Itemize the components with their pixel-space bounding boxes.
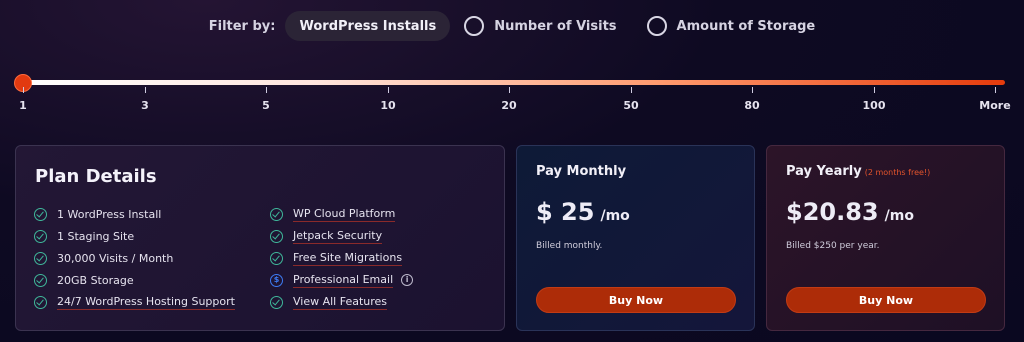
check-circle-icon <box>270 251 283 265</box>
feature-label: 1 Staging Site <box>57 229 135 243</box>
check-circle-icon <box>34 229 47 243</box>
feature-link-professional-email[interactable]: Professional Email <box>293 273 394 288</box>
filter-option-number-of-visits[interactable]: Number of Visits <box>464 16 617 36</box>
feature-list-left: 1 WordPress Install 1 Staging Site 30,00… <box>34 203 235 313</box>
feature-item: 24/7 WordPress Hosting Support <box>34 291 235 313</box>
feature-item: Jetpack Security <box>270 225 413 247</box>
price-unit: /mo <box>884 208 914 224</box>
filter-option-label: Amount of Storage <box>676 18 816 34</box>
feature-label: 20GB Storage <box>57 273 134 287</box>
slider-tick <box>23 87 24 93</box>
info-icon[interactable]: i <box>401 274 414 286</box>
price-amount: $ 25 <box>536 198 595 226</box>
pay-monthly-card: Pay Monthly $ 25 /mo Billed monthly. Buy… <box>516 145 755 331</box>
billing-note: Billed $250 per year. <box>786 241 880 251</box>
check-circle-icon <box>270 295 283 309</box>
check-circle-icon <box>34 251 47 265</box>
buy-now-monthly-button[interactable]: Buy Now <box>536 287 736 313</box>
slider-tick-label[interactable]: 80 <box>744 99 759 112</box>
slider-tick-label[interactable]: 1 <box>19 99 27 112</box>
monthly-price: $ 25 /mo <box>536 198 630 226</box>
slider-tick <box>509 87 510 93</box>
filter-bar: Filter by: WordPress Installs Number of … <box>0 11 1024 41</box>
feature-item: 20GB Storage <box>34 269 235 291</box>
feature-item: Free Site Migrations <box>270 247 413 269</box>
slider-tick-label[interactable]: 5 <box>262 99 270 112</box>
feature-list-right: WP Cloud Platform Jetpack Security Free … <box>270 203 414 313</box>
pay-monthly-title: Pay Monthly <box>536 164 626 179</box>
feature-item: View All Features <box>270 291 413 313</box>
billing-note: Billed monthly. <box>536 241 603 251</box>
slider-tick-label[interactable]: 10 <box>380 99 395 112</box>
yearly-price: $20.83 /mo <box>786 198 914 226</box>
slider-tick <box>388 87 389 93</box>
check-circle-icon <box>34 273 47 287</box>
filter-option-label: WordPress Installs <box>299 18 437 34</box>
radio-icon <box>646 16 667 36</box>
slider-tick-label[interactable]: More <box>979 99 1010 112</box>
feature-item: 1 WordPress Install <box>34 203 235 225</box>
feature-link-jetpack-security[interactable]: Jetpack Security <box>293 229 383 244</box>
check-circle-icon <box>34 295 47 309</box>
slider-tick-label[interactable]: 3 <box>141 99 149 112</box>
pay-title-text: Pay Yearly <box>786 164 862 179</box>
check-circle-icon <box>34 207 47 221</box>
pay-title-text: Pay Monthly <box>536 164 627 179</box>
price-unit: /mo <box>600 208 630 224</box>
buy-now-yearly-button[interactable]: Buy Now <box>786 287 986 313</box>
slider-tick-label[interactable]: 20 <box>501 99 516 112</box>
feature-link-free-site-migrations[interactable]: Free Site Migrations <box>293 251 403 266</box>
feature-item: 1 Staging Site <box>34 225 235 247</box>
check-circle-icon <box>270 229 283 243</box>
discount-note: (2 months free!) <box>864 168 931 177</box>
feature-item: 30,000 Visits / Month <box>34 247 235 269</box>
pay-yearly-title: Pay Yearly (2 months free!) <box>786 164 930 179</box>
slider-tick <box>995 87 996 93</box>
slider-tick <box>266 87 267 93</box>
installs-slider[interactable]: 1 3 5 10 20 50 80 100 More <box>0 70 1024 120</box>
filter-option-amount-of-storage[interactable]: Amount of Storage <box>646 16 816 36</box>
filter-option-wordpress-installs[interactable]: WordPress Installs <box>285 11 451 41</box>
slider-tick <box>752 87 753 93</box>
dollar-circle-icon: $ <box>270 273 283 287</box>
slider-tick-label[interactable]: 50 <box>623 99 638 112</box>
filter-option-label: Number of Visits <box>494 18 617 34</box>
feature-label: 30,000 Visits / Month <box>57 251 174 265</box>
plan-details-card: Plan Details 1 WordPress Install 1 Stagi… <box>15 145 505 331</box>
slider-tick <box>874 87 875 93</box>
check-circle-icon <box>270 207 283 221</box>
feature-link-wp-cloud-platform[interactable]: WP Cloud Platform <box>293 207 396 222</box>
feature-label: 1 WordPress Install <box>57 207 162 221</box>
view-all-features-link[interactable]: View All Features <box>293 295 388 310</box>
feature-link-hosting-support[interactable]: 24/7 WordPress Hosting Support <box>57 295 235 310</box>
slider-tick-label[interactable]: 100 <box>863 99 886 112</box>
plan-title: Plan Details <box>35 166 157 187</box>
slider-track[interactable] <box>22 80 1005 85</box>
radio-icon <box>464 16 485 36</box>
feature-item: WP Cloud Platform <box>270 203 413 225</box>
feature-item: $ Professional Email i <box>270 269 414 291</box>
pay-yearly-card: Pay Yearly (2 months free!) $20.83 /mo Bi… <box>766 145 1005 331</box>
slider-tick <box>145 87 146 93</box>
filter-label: Filter by: <box>208 18 276 34</box>
price-amount: $20.83 <box>786 198 879 226</box>
slider-tick <box>631 87 632 93</box>
